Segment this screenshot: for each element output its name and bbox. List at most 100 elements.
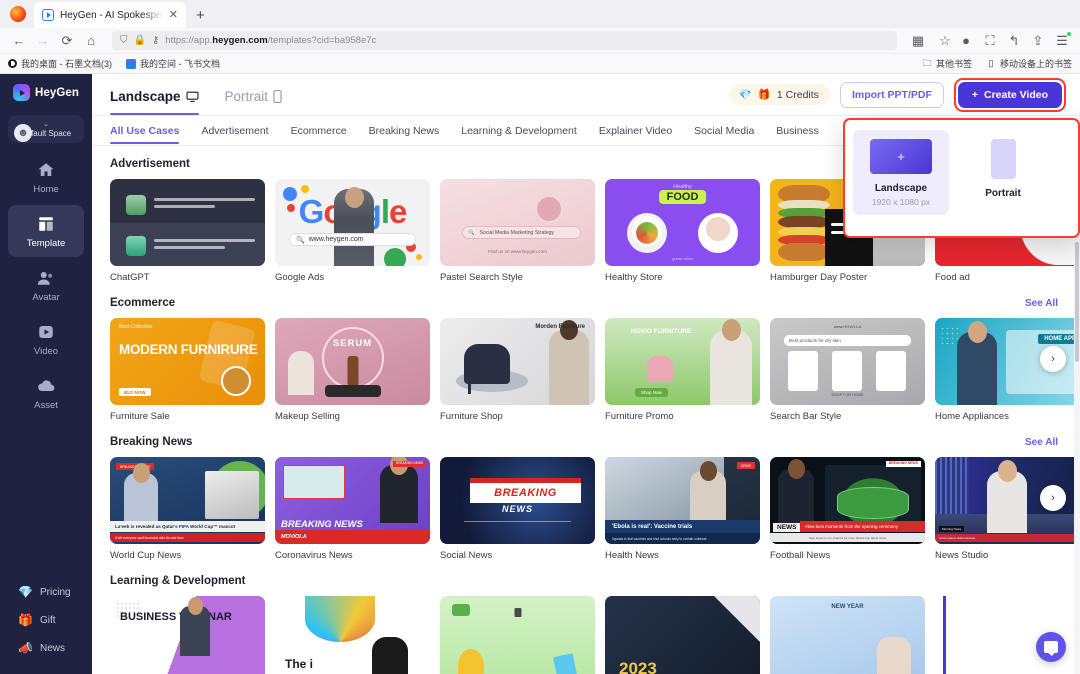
template-caption: Makeup Selling <box>275 411 340 422</box>
mobile-icon: ▯ <box>988 58 994 68</box>
searchbar-top-text: www.HOVO.LA <box>833 324 862 329</box>
top-bar-actions: 💎 🎁 1 Credits Import PPT/PDF + Create Vi… <box>729 77 1066 112</box>
section-header-ecommerce: Ecommerce See All <box>110 297 1080 309</box>
sidebar-item-asset[interactable]: Asset <box>8 367 84 419</box>
sidebar-bottom: 💎 Pricing 🎁 Gift 📣 News <box>0 578 92 674</box>
template-card[interactable]: BREAKING NEWS La'eeb is revealed as Qata… <box>110 457 265 561</box>
template-card[interactable]: Morden Furniture Furniture Shop <box>440 318 595 422</box>
account-icon[interactable]: ● <box>958 31 974 51</box>
tab-landscape[interactable]: Landscape <box>110 74 199 115</box>
space-selector[interactable]: ☻ ⌄ Default Space <box>8 115 84 143</box>
mobile-bookmarks-button[interactable]: ▯ 移动设备上的书签 <box>986 57 1073 70</box>
menu-icon[interactable]: ☰ <box>1054 31 1071 51</box>
football-sub: Stay tuned to our channel for more World… <box>770 533 925 542</box>
healthy-headline: FOOD <box>658 190 707 204</box>
template-card[interactable]: BREAKING NEWS NEWS View best moments fro… <box>770 457 925 561</box>
close-icon[interactable]: ✕ <box>169 9 178 21</box>
sidebar-item-label: Video <box>33 345 59 357</box>
dropdown-option-label: Portrait <box>985 188 1021 199</box>
chat-bubble-icon[interactable] <box>1036 632 1066 662</box>
template-card[interactable]: BREAKING NEWS Social News <box>440 457 595 561</box>
template-card[interactable]: BUSINESS WEBINAR <box>110 596 265 674</box>
landscape-preview-icon: + <box>870 139 932 174</box>
template-card[interactable]: 2023 <box>605 596 760 674</box>
template-card[interactable]: Google 🔍 www.heygen.com <box>275 179 430 283</box>
category-ecommerce[interactable]: Ecommerce <box>291 118 347 144</box>
bookmark-item[interactable]: 我的空间 - 飞书文档 <box>126 57 220 70</box>
carousel-next-button[interactable]: › <box>1040 485 1066 511</box>
template-card[interactable]: SERUM Makeup Selling <box>275 318 430 422</box>
create-video-button[interactable]: + Create Video <box>957 81 1062 108</box>
create-video-dropdown[interactable]: + Landscape 1920 x 1080 px Portrait <box>843 118 1080 238</box>
template-card[interactable] <box>440 596 595 674</box>
category-all-use-cases[interactable]: All Use Cases <box>110 118 180 144</box>
mobile-bookmarks-label: 移动设备上的书签 <box>999 59 1072 69</box>
extension-icon[interactable]: ▦ <box>907 31 929 51</box>
template-card[interactable]: BREAKING NEWS BREAKING NEWS MOVIOLA Coro… <box>275 457 430 561</box>
back-icon[interactable]: ← <box>8 31 30 51</box>
undo-icon[interactable]: ↰ <box>1006 31 1022 51</box>
template-card[interactable]: NEWS 'Ebola is real': Vaccine trials Uga… <box>605 457 760 561</box>
section-header-breaking-news: Breaking News See All <box>110 436 1080 448</box>
share-icon[interactable]: ⇪ <box>1030 31 1046 51</box>
forward-icon[interactable]: → <box>32 31 54 51</box>
sidebar-item-gift[interactable]: 🎁 Gift <box>0 606 92 634</box>
see-all-link-ecommerce[interactable]: See All <box>1025 298 1058 309</box>
brand-logo[interactable]: HeyGen <box>12 84 79 101</box>
sidebar-item-news[interactable]: 📣 News <box>0 634 92 662</box>
reload-icon[interactable]: ⟳ <box>56 31 78 51</box>
category-social-media[interactable]: Social Media <box>694 118 754 144</box>
new-tab-button[interactable]: + <box>186 7 215 28</box>
sidebar-item-home[interactable]: Home <box>8 151 84 203</box>
scrollbar-thumb[interactable] <box>1075 242 1079 362</box>
template-card[interactable]: Healthy FOOD green office Healthy Store <box>605 179 760 283</box>
import-ppt-pdf-button[interactable]: Import PPT/PDF <box>839 81 944 108</box>
cloud-asset-icon <box>36 376 56 396</box>
template-caption: News Studio <box>935 550 989 561</box>
category-explainer-video[interactable]: Explainer Video <box>599 118 672 144</box>
dropdown-option-portrait[interactable]: Portrait <box>955 130 1051 207</box>
template-thumbnail: BREAKING NEWS BREAKING NEWS MOVIOLA <box>275 457 430 544</box>
template-card[interactable]: The i <box>275 596 430 674</box>
section-title: Ecommerce <box>110 297 176 309</box>
tab-title: HeyGen - AI Spokesperson Vide <box>60 9 163 21</box>
template-caption: Food ad <box>935 272 970 283</box>
credits-badge[interactable]: 💎 🎁 1 Credits <box>729 84 830 105</box>
sidebar-item-pricing[interactable]: 💎 Pricing <box>0 578 92 606</box>
browser-tab[interactable]: HeyGen - AI Spokesperson Vide ✕ <box>34 2 186 28</box>
sidebar-item-template[interactable]: Template <box>8 205 84 257</box>
template-card[interactable]: NEW YEAR <box>770 596 925 674</box>
other-bookmarks-button[interactable]: 🗀 其他书签 <box>922 57 972 70</box>
template-card[interactable]: ChatGPT <box>110 179 265 283</box>
template-thumbnail: Google 🔍 www.heygen.com <box>275 179 430 266</box>
bookmark-item[interactable]: 我的桌面 - 石墨文档(3) <box>8 57 112 70</box>
tab-portrait[interactable]: Portrait <box>225 74 283 115</box>
see-all-link-breaking-news[interactable]: See All <box>1025 437 1058 448</box>
gem-icon: 💎 <box>738 89 752 101</box>
sidebar-item-video[interactable]: Video <box>8 313 84 365</box>
category-advertisement[interactable]: Advertisement <box>201 118 268 144</box>
screenshot-icon[interactable]: ⛶ <box>982 31 998 51</box>
template-card[interactable]: HOVIO FURNITURE Shop Now Furniture Promo <box>605 318 760 422</box>
category-learning-development[interactable]: Learning & Development <box>461 118 577 144</box>
template-caption: Furniture Promo <box>605 411 674 422</box>
home-icon[interactable]: ⌂ <box>80 31 102 51</box>
template-thumbnail <box>110 179 265 266</box>
template-thumbnail: www.HOVO.LA Best products for dry skin S… <box>770 318 925 405</box>
address-bar[interactable]: ⛉ 🔒 ⚷ https://app.heygen.com/templates?c… <box>112 31 897 50</box>
template-card[interactable]: Best Collection MODERN FURNIRURE BUY NOW… <box>110 318 265 422</box>
studio-label-art: Morning News <box>939 526 965 532</box>
template-card[interactable]: www.HOVO.LA Best products for dry skin S… <box>770 318 925 422</box>
carousel-next-button[interactable]: › <box>1040 346 1066 372</box>
bookmark-star-icon[interactable]: ☆ <box>934 31 956 51</box>
avatar: ☻ <box>14 124 32 142</box>
sidebar-item-avatar[interactable]: Avatar <box>8 259 84 311</box>
dropdown-option-landscape[interactable]: + Landscape 1920 x 1080 px <box>853 130 949 215</box>
template-thumbnail <box>440 596 595 674</box>
category-breaking-news[interactable]: Breaking News <box>369 118 440 144</box>
category-business[interactable]: Business <box>776 118 819 144</box>
template-card[interactable]: 🔍 Social Media Marketing Strategy Find u… <box>440 179 595 283</box>
tab-label: Landscape <box>110 89 181 104</box>
url-text: https://app.heygen.com/templates?cid=ba9… <box>165 35 377 46</box>
furniture-button-art: BUY NOW <box>119 388 151 396</box>
